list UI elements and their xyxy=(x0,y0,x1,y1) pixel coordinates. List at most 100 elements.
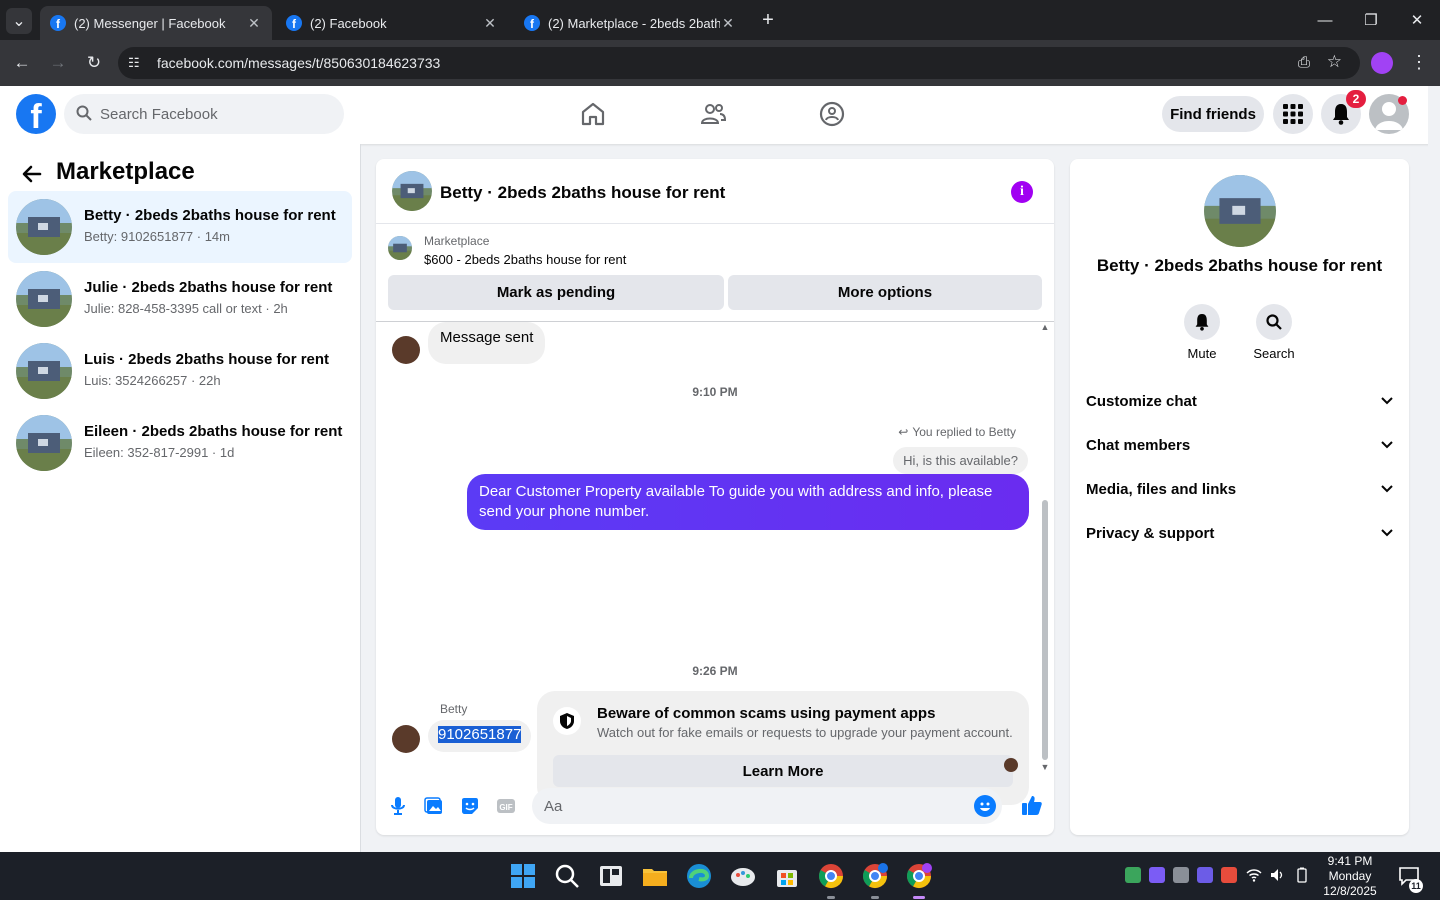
find-friends-button[interactable]: Find friends xyxy=(1162,96,1264,132)
restore-button[interactable]: ❐ xyxy=(1348,8,1394,32)
conversation-preview: Julie: 828-458-3395 call or text · 2h xyxy=(84,301,288,316)
home-icon[interactable] xyxy=(579,100,607,128)
incoming-message[interactable]: Message sent xyxy=(428,322,546,364)
mark-pending-button[interactable]: Mark as pending xyxy=(388,275,724,310)
tab-search-chevron-icon[interactable]: ⌄ xyxy=(6,8,32,34)
conversation-eileen[interactable]: Eileen · 2beds 2baths house for rent Eil… xyxy=(8,407,352,479)
browser-tab-messenger[interactable]: f (2) Messenger | Facebook ✕ xyxy=(40,6,272,40)
back-arrow-icon[interactable] xyxy=(20,162,44,186)
paint-app-icon[interactable] xyxy=(729,862,757,890)
mute-button[interactable]: Mute xyxy=(1172,304,1232,361)
conversation-luis[interactable]: Luis · 2beds 2baths house for rent Luis:… xyxy=(8,335,352,407)
contact-avatar xyxy=(392,725,420,753)
reload-button[interactable]: ↻ xyxy=(81,50,107,76)
incoming-message[interactable]: 9102651877 xyxy=(428,720,532,752)
scroll-down-icon[interactable]: ▼ xyxy=(1040,762,1050,772)
menu-grid-button[interactable] xyxy=(1273,94,1313,134)
chrome-icon[interactable] xyxy=(817,862,845,890)
listing-price[interactable]: $600 - 2beds 2baths house for rent xyxy=(424,252,626,267)
conversation-info-icon[interactable]: i xyxy=(1011,181,1033,203)
chat-members-section[interactable]: Chat members xyxy=(1086,425,1393,465)
more-options-button[interactable]: More options xyxy=(728,275,1042,310)
grid-menu-icon xyxy=(1283,104,1303,124)
browser-menu-icon[interactable]: ⋮ xyxy=(1410,52,1428,73)
search-in-conversation-button[interactable]: Search xyxy=(1244,304,1304,361)
message-list: Message sent 9:10 PM ↩ You replied to Be… xyxy=(376,322,1054,805)
scroll-thumb[interactable] xyxy=(1042,500,1048,760)
message-input[interactable] xyxy=(544,788,964,824)
chrome-profile-f-icon[interactable] xyxy=(861,862,889,890)
scam-warning-title: Beware of common scams using payment app… xyxy=(597,705,936,722)
message-scrollbar[interactable]: ▲ ▼ xyxy=(1040,322,1050,774)
tray-sync-icon[interactable] xyxy=(1173,867,1189,883)
browser-tab-marketplace[interactable]: f (2) Marketplace - 2beds 2baths ✕ xyxy=(514,6,746,40)
task-view-icon[interactable] xyxy=(597,862,625,890)
like-thumb-icon[interactable] xyxy=(1020,793,1044,817)
scroll-up-icon[interactable]: ▲ xyxy=(1040,322,1050,332)
reply-quote[interactable]: Hi, is this available? xyxy=(893,447,1028,474)
conversation-preview: Eileen: 352-817-2991 · 1d xyxy=(84,445,235,460)
browser-profile-avatar[interactable] xyxy=(1371,52,1393,74)
browser-tab-facebook[interactable]: f (2) Facebook ✕ xyxy=(276,6,508,40)
message-input-box[interactable] xyxy=(532,788,1002,824)
bookmark-star-icon[interactable]: ☆ xyxy=(1327,52,1342,72)
chat-avatar[interactable] xyxy=(392,171,432,211)
photo-icon[interactable] xyxy=(424,796,444,816)
sticker-icon[interactable] xyxy=(460,796,480,816)
address-bar[interactable]: ☷ facebook.com/messages/t/85063018462373… xyxy=(118,47,1360,79)
browser-toolbar: ← → ↻ ☷ facebook.com/messages/t/85063018… xyxy=(0,40,1440,86)
microsoft-store-icon[interactable] xyxy=(773,862,801,890)
groups-icon[interactable] xyxy=(818,100,846,128)
page-scrollbar[interactable] xyxy=(1428,86,1440,852)
close-tab-icon[interactable]: ✕ xyxy=(720,15,736,32)
close-tab-icon[interactable]: ✕ xyxy=(246,15,262,32)
volume-icon[interactable] xyxy=(1269,867,1285,883)
emoji-icon[interactable] xyxy=(974,795,996,817)
facebook-favicon-icon: f xyxy=(286,15,302,31)
listing-banner: Marketplace $600 - 2beds 2baths house fo… xyxy=(376,224,1054,322)
outgoing-message[interactable]: Dear Customer Property available To guid… xyxy=(467,474,1029,530)
wifi-icon[interactable] xyxy=(1246,867,1262,883)
search-label: Search xyxy=(1253,346,1295,361)
read-receipt-avatar xyxy=(1004,758,1018,772)
tray-anydesk-icon[interactable] xyxy=(1221,867,1237,883)
minimize-button[interactable]: — xyxy=(1302,8,1348,32)
close-window-button[interactable]: ✕ xyxy=(1394,8,1440,32)
selected-phone-number[interactable]: 9102651877 xyxy=(438,726,522,743)
back-button[interactable]: ← xyxy=(9,50,35,76)
edge-browser-icon[interactable] xyxy=(685,862,713,890)
new-tab-button[interactable]: + xyxy=(756,8,780,32)
chat-title[interactable]: Betty · 2beds 2baths house for rent xyxy=(440,183,725,203)
friends-icon[interactable] xyxy=(699,100,727,128)
search-input[interactable] xyxy=(100,94,330,134)
tray-folder-icon[interactable] xyxy=(1197,867,1213,883)
chrome-profile-active-icon[interactable] xyxy=(905,862,933,890)
system-clock[interactable]: 9:41 PM Monday 12/8/2025 xyxy=(1318,852,1382,900)
battery-icon[interactable] xyxy=(1294,867,1310,883)
install-app-icon[interactable]: ⎙ xyxy=(1298,54,1310,71)
clock-time: 9:41 PM xyxy=(1327,853,1373,868)
forward-button[interactable]: → xyxy=(45,50,71,76)
close-tab-icon[interactable]: ✕ xyxy=(482,15,498,32)
gif-icon[interactable]: GIF xyxy=(496,796,516,816)
site-info-icon[interactable]: ☷ xyxy=(128,55,140,71)
tray-app-icon[interactable] xyxy=(1125,867,1141,883)
windows-start-icon[interactable] xyxy=(509,862,537,890)
browser-tab-strip: ⌄ f (2) Messenger | Facebook ✕ f (2) Fac… xyxy=(0,0,1440,40)
search-icon[interactable] xyxy=(553,862,581,890)
media-files-links-section[interactable]: Media, files and links xyxy=(1086,469,1393,509)
customize-chat-section[interactable]: Customize chat xyxy=(1086,381,1393,421)
notification-count-badge: 11 xyxy=(1409,879,1423,893)
microphone-icon[interactable] xyxy=(388,796,408,816)
file-explorer-icon[interactable] xyxy=(641,862,669,890)
facebook-search[interactable] xyxy=(64,94,344,134)
url-text[interactable]: facebook.com/messages/t/850630184623733 xyxy=(157,55,440,71)
facebook-logo[interactable]: f xyxy=(16,94,56,134)
conversation-betty[interactable]: Betty · 2beds 2baths house for rent Bett… xyxy=(8,191,352,263)
privacy-support-section[interactable]: Privacy & support xyxy=(1086,513,1393,553)
conversation-julie[interactable]: Julie · 2beds 2baths house for rent Juli… xyxy=(8,263,352,335)
search-icon xyxy=(76,105,92,121)
details-title: Betty · 2beds 2baths house for rent xyxy=(1096,256,1383,275)
tray-vpn-icon[interactable] xyxy=(1149,867,1165,883)
section-label: Media, files and links xyxy=(1086,480,1237,498)
